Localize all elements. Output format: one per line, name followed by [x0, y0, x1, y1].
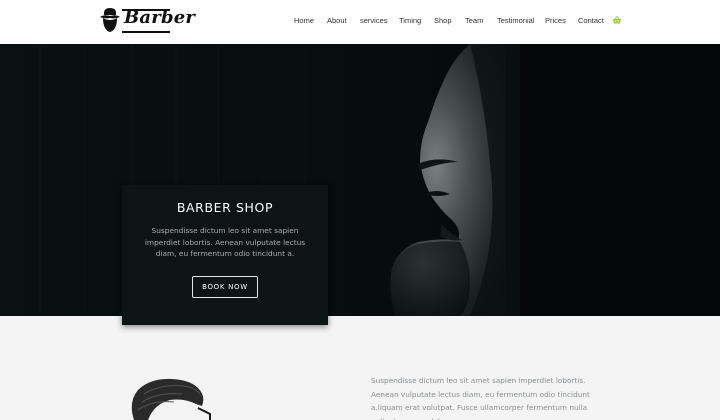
about-section: Suspendisse dictum leo sit amet sapien i… [0, 316, 720, 420]
nav-item-shop[interactable]: Shop [434, 16, 452, 25]
nav-item-team[interactable]: Team [465, 16, 483, 25]
nav-item-about[interactable]: About [327, 16, 347, 25]
page: Barber Home About services Timing Shop T… [0, 0, 720, 420]
nav-item-services[interactable]: services [360, 16, 388, 25]
nav-item-timing[interactable]: Timing [399, 16, 421, 25]
barber-head-illustration-icon [131, 378, 211, 420]
nav-item-prices[interactable]: Prices [545, 16, 566, 25]
nav-item-testimonial[interactable]: Testimonial [497, 16, 535, 25]
hero-card: BARBER SHOP Suspendisse dictum leo sit a… [122, 185, 328, 325]
shopping-basket-icon[interactable] [612, 15, 622, 25]
about-text: Suspendisse dictum leo sit amet sapien i… [371, 376, 590, 420]
book-now-button[interactable]: BOOK NOW [192, 276, 258, 298]
hero-title: BARBER SHOP [176, 200, 274, 215]
hero-section [0, 44, 720, 316]
nav-item-contact[interactable]: Contact [578, 16, 604, 25]
nav-item-home[interactable]: Home [294, 16, 314, 25]
hero-text: Suspendisse dictum leo sit amet sapien i… [144, 226, 306, 258]
main-nav: Home About services Timing Shop Team Tes… [0, 0, 720, 44]
site-header: Barber Home About services Timing Shop T… [0, 0, 720, 44]
hero-background-image [0, 44, 720, 316]
